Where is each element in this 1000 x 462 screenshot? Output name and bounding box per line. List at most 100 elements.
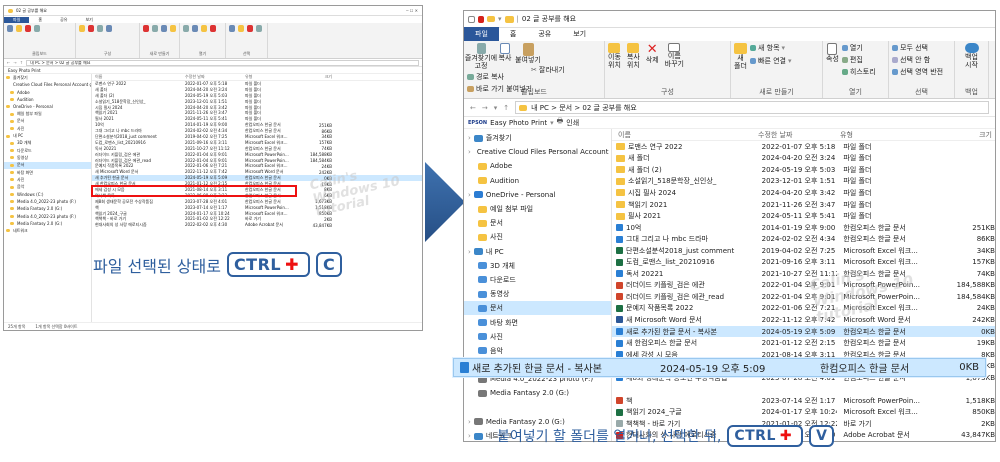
expand-chevron-icon[interactable]: › [468, 432, 471, 440]
nav-item[interactable]: Windows (C:) [4, 191, 91, 198]
up-arrow-icon[interactable]: ↑ [20, 60, 23, 65]
nav-item[interactable]: Creative Cloud Files Personal Account gi… [4, 81, 91, 88]
rename-button[interactable]: 이름 바꾸기 [665, 43, 684, 69]
tab-0[interactable]: 파일 [464, 27, 499, 41]
nav-item-13[interactable]: 바탕 화면 [464, 315, 611, 329]
ribbon-button-icon[interactable] [34, 25, 40, 32]
ribbon-button-icon[interactable] [229, 25, 235, 32]
ribbon-button-icon[interactable] [161, 25, 167, 32]
move-to-button[interactable]: 이동 위치 [608, 43, 621, 69]
nav-item-1[interactable]: › Creative Cloud Files Personal Account g… [464, 145, 611, 159]
new-folder-button[interactable]: 새 폴더 [734, 43, 747, 70]
nav-item-5[interactable]: 예일 첨부 파일 [464, 202, 611, 216]
nav-item-18[interactable]: Media Fantasy 2.0 (G:) [464, 386, 611, 400]
forward-arrow-icon[interactable]: → [482, 104, 488, 112]
tab-2[interactable]: 공유 [527, 27, 562, 41]
quick-access-icon[interactable] [468, 15, 475, 23]
table-row[interactable]: 책 2023-07-14 오전 1:17 Microsoft PowerPoin..… [612, 395, 995, 407]
nav-item[interactable]: OneDrive - Personal [4, 103, 91, 110]
select-none-button[interactable]: 선택 안 함 [892, 55, 943, 65]
nav-item-14[interactable]: 사진 [464, 330, 611, 344]
nav-item-15[interactable]: 음악 [464, 344, 611, 358]
table-row[interactable]: 소설읽기_518문학장_신인상_ 2023-12-01 오후 1:51 파일 폴더 [612, 176, 995, 188]
nav-item-8[interactable]: › 내 PC [464, 245, 611, 259]
back-arrow-icon[interactable]: ← [7, 60, 10, 65]
ribbon-button-icon[interactable] [25, 25, 31, 32]
table-row[interactable]: 도컴_로맨스_list_20210916 2021-09-16 오후 3:11 Mi… [612, 256, 995, 268]
table-row[interactable]: 새 폴더 (2) 2024-05-19 오후 5:03 파일 폴더 [612, 164, 995, 176]
expand-chevron-icon[interactable]: › [468, 191, 471, 199]
nav-item[interactable]: Audition [4, 96, 91, 103]
ribbon-button-icon[interactable] [210, 25, 216, 32]
table-row[interactable]: 로맨스 연구 2022 2022-01-07 오후 5:18 파일 폴더 [612, 141, 995, 153]
ribbon-button-icon[interactable] [7, 25, 13, 32]
ribbon-button-icon[interactable] [170, 25, 176, 32]
nav-item[interactable]: 문서 [4, 161, 91, 169]
table-row[interactable]: 필사 2021 2024-05-11 오후 5:41 파일 폴더 [612, 210, 995, 222]
select-all-button[interactable]: 모두 선택 [892, 43, 943, 53]
table-row[interactable]: 새로 추가된 한글 문서 - 복사본 2024-05-19 오후 5:09 한컴오피… [612, 325, 995, 338]
nav-item[interactable]: 예일 첨부 파일 [4, 110, 91, 117]
nav-item-10[interactable]: 다운로드 [464, 273, 611, 287]
new-folder-icon[interactable] [487, 16, 495, 22]
nav-item-4[interactable]: › OneDrive - Personal [464, 188, 611, 202]
forward-arrow-icon[interactable]: → [13, 60, 16, 65]
table-row[interactable]: 새 Microsoft Word 문서 2022-11-12 오후 7:42 Mic… [612, 314, 995, 326]
ribbon-button-icon[interactable] [256, 25, 262, 32]
nav-item[interactable]: 동영상 [4, 154, 91, 161]
column-header[interactable]: 크기 [924, 130, 992, 140]
history-button[interactable]: 히스토리 [841, 67, 876, 77]
up-arrow-icon[interactable]: ↑ [503, 104, 509, 112]
window-controls[interactable]: ─ ☐ ✕ [406, 8, 418, 13]
table-row[interactable]: 책읽기 2021 2021-11-26 오전 3:47 파일 폴더 [612, 199, 995, 211]
nav-item[interactable]: 음악 [4, 183, 91, 190]
copy-path-button[interactable]: 경로 복사 [467, 72, 532, 82]
properties-icon[interactable] [478, 15, 484, 23]
table-row[interactable]: 현대사회의 성 사랑 에로티시즘 2022-02-02 오후 4:30 Adobe … [92, 222, 422, 228]
copy-to-button[interactable]: 복사 위치 [627, 43, 640, 69]
ribbon-button-icon[interactable] [106, 25, 112, 32]
ribbon-button-icon[interactable] [183, 25, 189, 32]
easy-photo-print[interactable]: Easy Photo Print [490, 119, 547, 127]
address-bar[interactable]: 내 PC > 문서 > 02 글 공부를 해요 [515, 101, 989, 114]
nav-item-2[interactable]: Adobe [464, 159, 611, 173]
table-row[interactable]: 그대 그리고 나 mbc 드라마 2024-02-02 오전 4:34 한컴오피스 … [612, 233, 995, 245]
print-button[interactable]: 인쇄 [566, 118, 579, 128]
ribbon-button-icon[interactable] [238, 25, 244, 32]
nav-item[interactable]: 내 PC [4, 132, 91, 139]
easy-photo-print[interactable]: Easy Photo Print [8, 68, 41, 73]
ribbon-button-icon[interactable] [16, 25, 22, 32]
back-arrow-icon[interactable]: ← [470, 104, 476, 112]
nav-item-3[interactable]: Audition [464, 174, 611, 188]
ribbon-button-icon[interactable] [152, 25, 158, 32]
table-row[interactable]: 러더이드 키플링_검은 에관_read 2022-01-04 오후 9:01 Mic… [612, 291, 995, 303]
table-row[interactable]: 러더이드 키플링_검은 에관 2022-01-04 오후 9:01 Microsof… [612, 280, 995, 292]
nav-item[interactable]: 다운로드 [4, 147, 91, 154]
ribbon-button-icon[interactable] [201, 25, 207, 32]
nav-item[interactable]: 즐겨찾기 [4, 74, 91, 81]
column-header[interactable]: 이름 [92, 74, 182, 80]
nav-item-9[interactable]: 3D 개체 [464, 259, 611, 273]
new-item-button[interactable]: 새 항목 ▾ [750, 43, 792, 53]
nav-item[interactable]: 3D 개체 [4, 140, 91, 147]
expand-chevron-icon[interactable]: › [468, 148, 471, 156]
properties-button[interactable]: 속성 [826, 43, 839, 77]
nav-item-11[interactable]: 동영상 [464, 287, 611, 301]
edit-button[interactable]: 편집 [841, 55, 876, 65]
open-button[interactable]: 열기 [841, 43, 876, 53]
ribbon-button-icon[interactable] [247, 25, 253, 32]
easy-access-button[interactable]: 빠른 연결 ▾ [750, 56, 792, 66]
pasted-file-highlight[interactable]: 새로 추가된 한글 문서 - 복사본 2024-05-19 오후 5:09 한컴… [453, 358, 986, 377]
nav-item[interactable]: Media Fantasy 2.0 (G:) [4, 205, 91, 212]
column-header[interactable]: 수정한 날짜 [752, 130, 834, 140]
column-header[interactable]: 수정한 날짜 [182, 74, 242, 80]
column-header[interactable]: 유형 [834, 130, 924, 140]
recent-chevron-icon[interactable]: ▾ [494, 104, 498, 112]
table-row[interactable]: 독서 20221 2021-10-27 오전 11:12 한컴오피스 한글 문서 74… [612, 268, 995, 280]
expand-chevron-icon[interactable]: › [468, 134, 471, 142]
invert-selection-button[interactable]: 선택 영역 반전 [892, 67, 943, 77]
pin-quick-access-button[interactable]: 즐겨찾기에 고정 [465, 43, 497, 70]
nav-item[interactable]: Media 4.0_2022-23 photo (F:) [4, 198, 91, 205]
nav-item[interactable]: 바탕 화면 [4, 169, 91, 176]
table-row[interactable]: 단편소설분석2018_just comment 2019-04-02 오전 7:2… [612, 245, 995, 257]
